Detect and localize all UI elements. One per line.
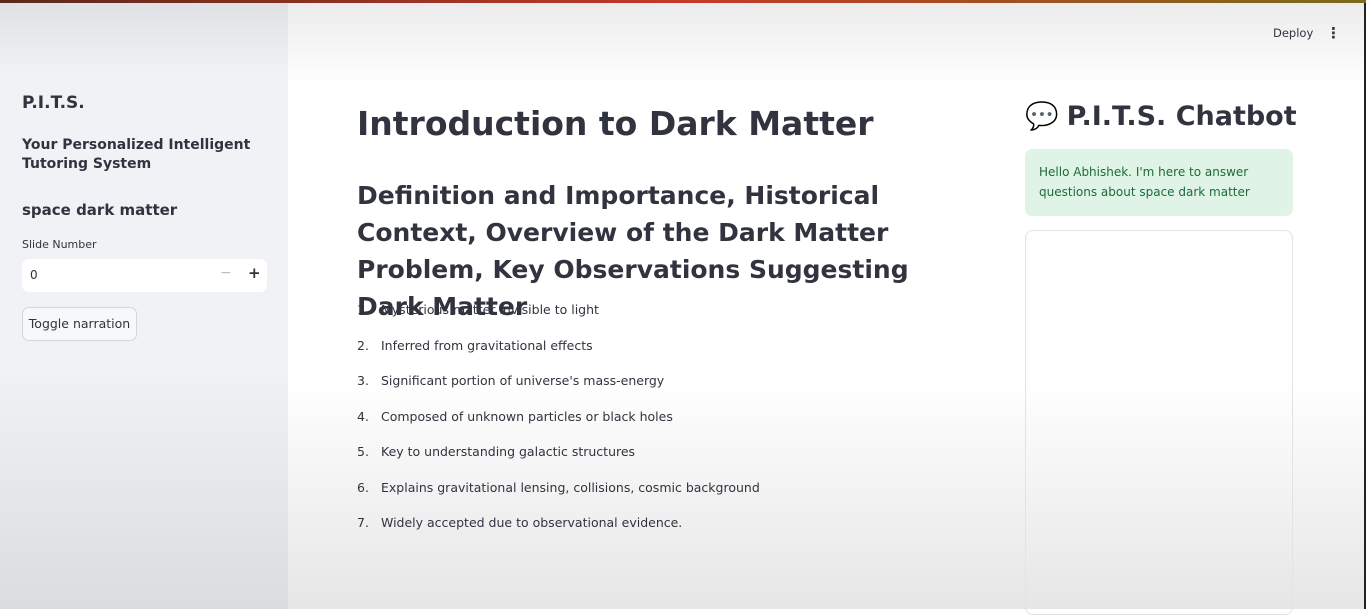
item-text: Inferred from gravitational effects <box>381 337 593 353</box>
item-text: Mysterious matter invisible to light <box>381 302 599 317</box>
item-number: 1. <box>357 302 369 317</box>
list-item: 1. Mysterious matter invisible to light <box>357 302 760 338</box>
item-number: 5. <box>357 444 369 459</box>
app-title: P.I.T.S. <box>22 93 85 113</box>
item-number: 7. <box>357 515 369 530</box>
page-title: Introduction to Dark Matter <box>357 104 874 143</box>
item-text: Composed of unknown particles or black h… <box>381 408 673 424</box>
app-subtitle: Your Personalized Intelligent Tutoring S… <box>22 137 251 172</box>
item-text: Explains gravitational lensing, collisio… <box>381 479 760 495</box>
slide-number-value[interactable]: 0 <box>30 268 38 282</box>
deploy-button[interactable]: Deploy <box>1273 26 1313 40</box>
decrement-button[interactable]: − <box>220 265 232 281</box>
speech-bubble-icon: 💬 <box>1025 101 1059 132</box>
list-item: 5. Key to understanding galactic structur… <box>357 444 760 480</box>
chatbot-title: P.I.T.S. Chatbot <box>1066 100 1297 132</box>
item-number: 3. <box>357 373 369 388</box>
item-number: 6. <box>357 479 369 495</box>
chatbot-heading: 💬 P.I.T.S. Chatbot <box>1025 100 1297 133</box>
increment-button[interactable]: + <box>248 264 261 282</box>
item-text: Widely accepted due to observational evi… <box>381 515 683 530</box>
item-text: Significant portion of universe's mass-e… <box>381 373 665 388</box>
list-item: 3. Significant portion of universe's mass… <box>357 373 760 409</box>
toggle-narration-button[interactable]: Toggle narration <box>22 307 137 341</box>
slide-number-input[interactable]: 0 − + <box>22 259 267 292</box>
chat-greeting-message: Hello Abhishek. I'm here to answer quest… <box>1025 149 1293 216</box>
list-item: 7. Widely accepted due to observational e… <box>357 515 760 551</box>
item-number: 2. <box>357 337 369 353</box>
item-text: Key to understanding galactic structures <box>381 444 636 459</box>
topic-heading: space dark matter <box>22 201 178 219</box>
list-item: 4. Composed of unknown particles or black… <box>357 409 760 445</box>
list-item: 2. Inferred from gravitational effects <box>357 338 760 374</box>
chat-container[interactable] <box>1025 230 1293 615</box>
slide-bullets: 1. Mysterious matter invisible to light 2… <box>357 302 760 551</box>
kebab-menu-icon[interactable]: ⋮ <box>1326 24 1341 42</box>
sidebar: P.I.T.S. Your Personalized Intelligent T… <box>0 3 288 609</box>
slide-number-label: Slide Number <box>22 238 97 251</box>
list-item: 6. Explains gravitational lensing, collis… <box>357 480 760 516</box>
item-number: 4. <box>357 408 369 424</box>
